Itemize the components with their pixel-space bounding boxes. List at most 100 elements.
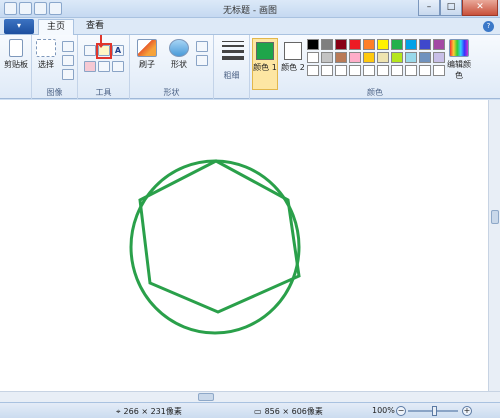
- select-label: 选择: [38, 60, 54, 69]
- color1-label: 颜色 1: [253, 63, 277, 72]
- zoom-level: 100%: [372, 406, 395, 415]
- drawing-canvas[interactable]: [0, 100, 488, 391]
- palette-swatch[interactable]: [433, 39, 445, 50]
- color2-button[interactable]: 颜色 2: [280, 38, 306, 90]
- color-palette: [307, 39, 445, 76]
- brushes-button[interactable]: 刷子: [132, 39, 162, 70]
- help-icon[interactable]: ?: [483, 21, 494, 32]
- palette-swatch[interactable]: [377, 65, 389, 76]
- horizontal-scroll-thumb[interactable]: [198, 393, 214, 401]
- outline-icon[interactable]: [196, 41, 208, 52]
- fill-shape-icon[interactable]: [196, 55, 208, 66]
- cursor-position: ⌖ 266 × 231像素: [116, 406, 182, 417]
- palette-swatch[interactable]: [391, 39, 403, 50]
- shapes-group-label: 形状: [163, 88, 180, 97]
- hexagon-shape: [138, 159, 301, 314]
- cursor-position-text: 266 × 231像素: [123, 407, 182, 416]
- edit-colors-label: 编辑颜色: [447, 60, 471, 80]
- palette-swatch[interactable]: [405, 52, 417, 63]
- canvas-size-text: 856 × 606像素: [264, 407, 323, 416]
- palette-swatch[interactable]: [433, 65, 445, 76]
- select-rectangle-icon: [36, 39, 56, 57]
- palette-swatch[interactable]: [419, 65, 431, 76]
- horizontal-scrollbar[interactable]: [0, 391, 500, 402]
- palette-swatch[interactable]: [349, 52, 361, 63]
- color-picker-icon[interactable]: [98, 61, 110, 72]
- clipboard-icon: [9, 39, 23, 57]
- palette-swatch[interactable]: [363, 52, 375, 63]
- shapes-group: 刷子 形状 形状: [130, 35, 214, 99]
- tools-group-label: 工具: [95, 88, 112, 97]
- palette-swatch[interactable]: [349, 39, 361, 50]
- shapes-label: 形状: [171, 60, 187, 69]
- palette-swatch[interactable]: [307, 52, 319, 63]
- edit-colors-button[interactable]: 编辑颜色: [444, 39, 474, 81]
- select-button[interactable]: 选择: [34, 39, 58, 70]
- ribbon: 剪贴板 选择 图像 A 工具 刷子 形状 形状 粗细 颜色 1 颜色 2 编辑颜…: [0, 35, 500, 99]
- palette-swatch[interactable]: [363, 65, 375, 76]
- paste-button[interactable]: 剪贴板: [4, 39, 28, 70]
- text-icon[interactable]: A: [112, 45, 124, 56]
- zoom-slider-thumb[interactable]: [432, 406, 437, 416]
- palette-swatch[interactable]: [349, 65, 361, 76]
- palette-swatch[interactable]: [419, 39, 431, 50]
- size-group: 粗细: [214, 35, 250, 99]
- close-button[interactable]: ✕: [462, 0, 498, 16]
- palette-swatch[interactable]: [335, 52, 347, 63]
- resize-icon[interactable]: [62, 55, 74, 66]
- magnifier-icon[interactable]: [112, 61, 124, 72]
- ribbon-tab-row: ▾ 主页 查看 ?: [0, 18, 500, 35]
- palette-swatch[interactable]: [307, 39, 319, 50]
- canvas-size-icon: ▭: [254, 407, 262, 416]
- canvas-size: ▭ 856 × 606像素: [254, 406, 323, 417]
- vertical-scrollbar[interactable]: [488, 100, 500, 391]
- image-group: 选择 图像: [32, 35, 78, 99]
- color1-button[interactable]: 颜色 1: [252, 38, 278, 90]
- palette-swatch[interactable]: [307, 65, 319, 76]
- color1-swatch: [256, 42, 274, 60]
- drawing-svg: [129, 159, 301, 335]
- palette-swatch[interactable]: [377, 52, 389, 63]
- palette-swatch[interactable]: [321, 65, 333, 76]
- pencil-icon[interactable]: [84, 45, 96, 56]
- palette-swatch[interactable]: [321, 52, 333, 63]
- colors-group-label: 颜色: [367, 88, 383, 97]
- brushes-label: 刷子: [139, 60, 155, 69]
- color2-swatch: [284, 42, 302, 60]
- minimize-button[interactable]: –: [418, 0, 440, 16]
- palette-swatch[interactable]: [391, 65, 403, 76]
- palette-swatch[interactable]: [433, 52, 445, 63]
- zoom-in-button[interactable]: +: [462, 406, 472, 416]
- tab-view[interactable]: 查看: [78, 19, 112, 35]
- cursor-icon: ⌖: [116, 406, 121, 416]
- clipboard-label: 剪贴板: [4, 60, 28, 69]
- status-bar: ⌖ 266 × 231像素 ▭ 856 × 606像素 100% − +: [0, 402, 500, 418]
- palette-swatch[interactable]: [321, 39, 333, 50]
- title-bar: 无标题 - 画图 – □ ✕: [0, 0, 500, 18]
- palette-swatch[interactable]: [405, 39, 417, 50]
- palette-swatch[interactable]: [335, 39, 347, 50]
- palette-swatch[interactable]: [335, 65, 347, 76]
- paint-menu-button[interactable]: ▾: [4, 19, 34, 34]
- size-label: 粗细: [223, 71, 240, 80]
- palette-swatch[interactable]: [377, 39, 389, 50]
- color-wheel-icon: [449, 39, 469, 57]
- maximize-button[interactable]: □: [440, 0, 462, 16]
- tab-home[interactable]: 主页: [38, 19, 75, 35]
- line-size-icon[interactable]: [222, 41, 244, 63]
- palette-swatch[interactable]: [405, 65, 417, 76]
- palette-swatch[interactable]: [419, 52, 431, 63]
- eraser-icon[interactable]: [84, 61, 96, 72]
- circle-shape: [129, 159, 301, 335]
- shapes-button[interactable]: 形状: [164, 39, 194, 70]
- fill-tool-highlight-box: [96, 43, 112, 59]
- shapes-icon: [169, 39, 189, 57]
- zoom-out-button[interactable]: −: [396, 406, 406, 416]
- vertical-scroll-thumb[interactable]: [491, 210, 499, 224]
- crop-icon[interactable]: [62, 41, 74, 52]
- palette-swatch[interactable]: [363, 39, 375, 50]
- clipboard-group: 剪贴板: [0, 35, 32, 99]
- palette-swatch[interactable]: [391, 52, 403, 63]
- brush-icon: [137, 39, 157, 57]
- rotate-icon[interactable]: [62, 69, 74, 80]
